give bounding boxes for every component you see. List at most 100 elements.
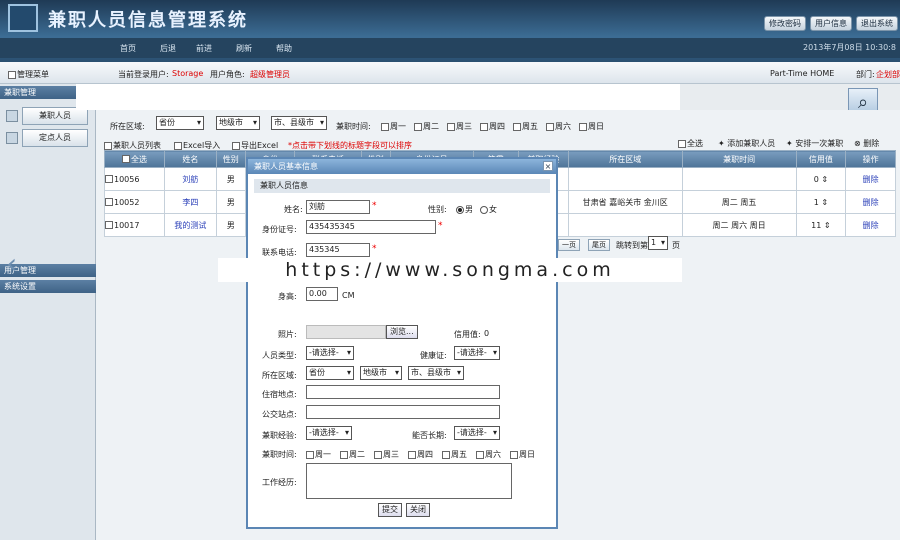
day-filter-mon: 周一 bbox=[381, 121, 406, 132]
transport-label: 公交站点: bbox=[262, 410, 297, 419]
excel-import-icon bbox=[174, 141, 182, 150]
close-icon[interactable]: × bbox=[543, 161, 553, 171]
photo-label: 照片: bbox=[278, 330, 297, 339]
excel-import-button[interactable]: Excel导入 bbox=[183, 141, 220, 150]
type-label: 人员类型: bbox=[262, 351, 297, 360]
person-icon bbox=[6, 110, 18, 122]
day-checkbox[interactable] bbox=[374, 450, 382, 459]
row-name-link[interactable]: 李四 bbox=[164, 190, 217, 214]
watermark-url: https://www.songma.com bbox=[218, 258, 682, 282]
address-input[interactable] bbox=[306, 385, 500, 399]
excel-export-button[interactable]: 导出Excel bbox=[241, 141, 278, 150]
row-checkbox[interactable] bbox=[105, 198, 113, 206]
day-checkbox[interactable] bbox=[510, 450, 518, 459]
transport-input[interactable] bbox=[306, 405, 500, 419]
dialog-section-title: 兼职人员信息 bbox=[254, 179, 550, 193]
submit-button[interactable]: 提交 bbox=[378, 503, 402, 517]
type-select[interactable]: -请选择- bbox=[306, 346, 354, 360]
prev-page-button[interactable]: 一页 bbox=[558, 239, 580, 251]
current-user-label: 当前登录用户: bbox=[118, 70, 169, 79]
nav-refresh[interactable]: 刷新 bbox=[236, 43, 252, 54]
row-delete-link[interactable]: 删除 bbox=[845, 213, 896, 237]
change-password-link[interactable]: 修改密码 bbox=[764, 16, 806, 31]
col-time[interactable]: 兼职时间 bbox=[681, 150, 797, 168]
row-checkbox[interactable] bbox=[105, 221, 113, 229]
sidebar: 兼职管理 兼职人员 定点人员 用户管理 系统设置 bbox=[0, 84, 96, 540]
menu-checkbox[interactable] bbox=[8, 70, 16, 79]
col-name[interactable]: 姓名 bbox=[164, 150, 217, 168]
row-name-link[interactable]: 我的测试 bbox=[164, 213, 217, 237]
row-delete-link[interactable]: 删除 bbox=[845, 190, 896, 214]
longterm-select[interactable]: -请选择- bbox=[454, 426, 500, 440]
female-radio[interactable] bbox=[480, 205, 488, 214]
row-checkbox[interactable] bbox=[105, 175, 113, 183]
name-input[interactable]: 刘舫 bbox=[306, 200, 370, 214]
sidebar-section-settings[interactable]: 系统设置 bbox=[0, 280, 96, 293]
select-all-checkbox[interactable] bbox=[678, 139, 686, 148]
day-checkbox[interactable] bbox=[408, 450, 416, 459]
logo-icon bbox=[8, 4, 38, 32]
idcard-input[interactable]: 435435345 bbox=[306, 220, 436, 234]
required-mark: * bbox=[438, 221, 443, 231]
nav-home[interactable]: 首页 bbox=[120, 43, 136, 54]
day-checkbox[interactable] bbox=[442, 450, 450, 459]
role-value: 超级管理员 bbox=[250, 70, 290, 79]
time-label: 兼职时间: bbox=[262, 450, 297, 459]
idcard-label: 身份证号: bbox=[262, 225, 297, 234]
health-select[interactable]: -请选择- bbox=[454, 346, 500, 360]
county-select[interactable]: 市、县级市 bbox=[271, 116, 327, 130]
delete-button[interactable]: ⊗ 删除 bbox=[854, 138, 879, 149]
dept-value: 企划部 bbox=[876, 70, 900, 79]
credit-stepper-icon[interactable]: ⇕ bbox=[821, 175, 828, 184]
add-parttime-button[interactable]: ✦ 添加兼职人员 bbox=[718, 138, 775, 149]
row-name-link[interactable]: 刘舫 bbox=[164, 167, 217, 191]
height-input[interactable]: 0.00 bbox=[306, 287, 338, 301]
browse-button[interactable]: 浏览... bbox=[386, 325, 418, 339]
role-label: 用户角色: bbox=[210, 70, 245, 79]
city-select[interactable]: 地级市 bbox=[216, 116, 260, 130]
province-select[interactable]: 省份 bbox=[306, 366, 354, 380]
phone-label: 联系电话: bbox=[262, 248, 297, 257]
county-select[interactable]: 市、县级市 bbox=[408, 366, 464, 380]
col-select-all[interactable]: 全选 bbox=[103, 150, 166, 168]
nav-back[interactable]: 后退 bbox=[160, 43, 176, 54]
phone-input[interactable]: 435345 bbox=[306, 243, 370, 257]
day-checkbox[interactable] bbox=[306, 450, 314, 459]
collapse-arrow-icon[interactable]: ‹ bbox=[6, 247, 17, 280]
sidebar-item-fixed[interactable]: 定点人员 bbox=[22, 129, 88, 147]
height-unit: CM bbox=[342, 291, 355, 300]
credit-stepper-icon[interactable]: ⇕ bbox=[824, 221, 831, 230]
city-select[interactable]: 地级市 bbox=[360, 366, 402, 380]
schedule-button[interactable]: ✦ 安排一次兼职 bbox=[786, 138, 843, 149]
photo-path-input[interactable] bbox=[306, 325, 386, 339]
user-info-link[interactable]: 用户信息 bbox=[810, 16, 852, 31]
col-region[interactable]: 所在区域 bbox=[567, 150, 683, 168]
region-label: 所在区域: bbox=[262, 371, 297, 380]
sex-label: 性别: bbox=[428, 205, 447, 214]
row-delete-link[interactable]: 删除 bbox=[845, 167, 896, 191]
experience-select[interactable]: -请选择- bbox=[306, 426, 352, 440]
required-mark: * bbox=[372, 201, 377, 211]
page-select[interactable]: 1 bbox=[648, 236, 668, 250]
day-checkbox[interactable] bbox=[476, 450, 484, 459]
time-filter-label: 兼职时间: bbox=[336, 122, 371, 131]
male-radio[interactable] bbox=[456, 205, 464, 214]
nav-forward[interactable]: 前进 bbox=[196, 43, 212, 54]
credit-stepper-icon[interactable]: ⇕ bbox=[821, 198, 828, 207]
excel-export-icon bbox=[232, 141, 240, 150]
day-filter-sun: 周日 bbox=[579, 121, 604, 132]
region-filter-label: 所在区域: bbox=[110, 122, 145, 131]
resume-textarea[interactable] bbox=[306, 463, 512, 499]
person-icon bbox=[6, 132, 18, 144]
col-sex[interactable]: 性别 bbox=[215, 150, 246, 168]
date-display: 2013年7月08日 10:30:8 bbox=[802, 43, 896, 52]
province-select[interactable]: 省份 bbox=[156, 116, 204, 130]
nav-help[interactable]: 帮助 bbox=[276, 43, 292, 54]
last-page-button[interactable]: 尾页 bbox=[588, 239, 610, 251]
edit-dialog: 兼职人员基本信息 × 兼职人员信息 姓名: 刘舫 * 性别: 男 女 身份证号:… bbox=[246, 157, 558, 529]
close-button[interactable]: 关闭 bbox=[406, 503, 430, 517]
logout-link[interactable]: 退出系统 bbox=[856, 16, 898, 31]
top-links: 修改密码 用户信息 退出系统 bbox=[764, 16, 898, 31]
col-credit[interactable]: 信用值 bbox=[795, 150, 847, 168]
day-checkbox[interactable] bbox=[340, 450, 348, 459]
